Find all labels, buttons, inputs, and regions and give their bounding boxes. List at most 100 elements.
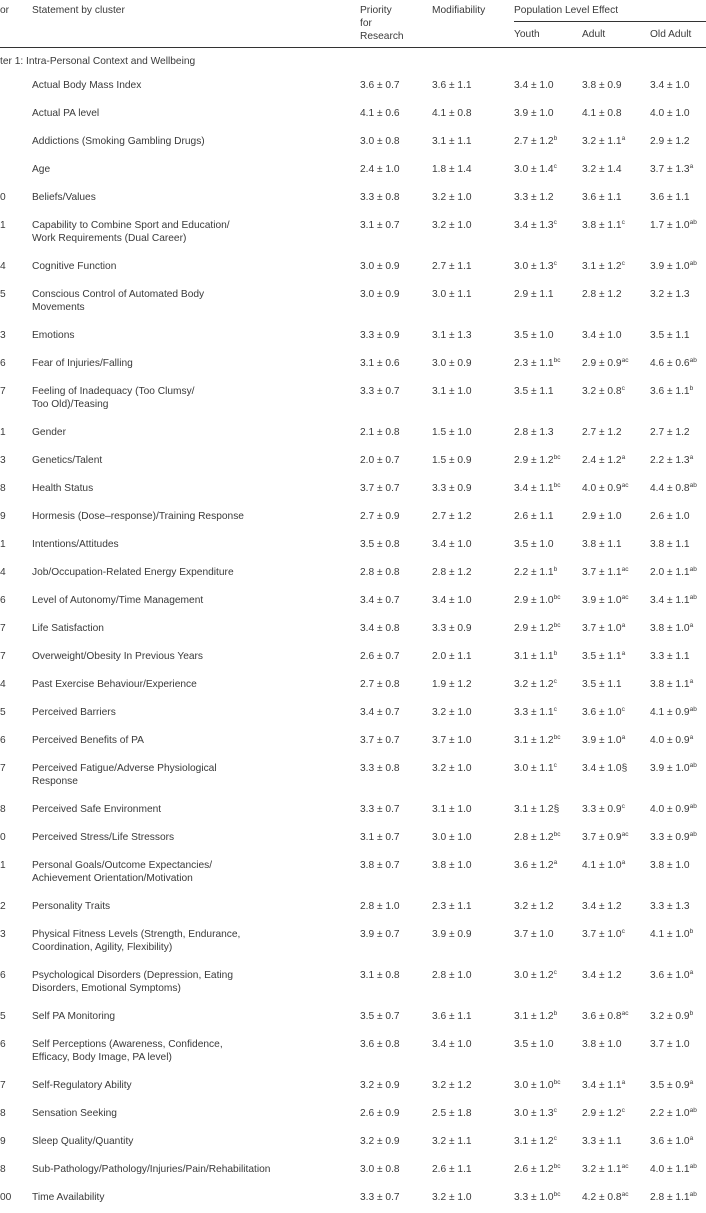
youth-value-text: 2.8 ± 1.3 <box>514 427 554 438</box>
old-adult-value-text: 2.2 ± 1.0 <box>650 1108 690 1119</box>
youth-value-text: 3.5 ± 1.0 <box>514 539 554 550</box>
statement-text: Emotions <box>32 330 360 343</box>
modifiability-value: 1.5 ± 0.9 <box>432 448 514 476</box>
table-header: or Statement by cluster Priority for Res… <box>0 0 706 48</box>
adult-value-text: 2.9 ± 0.9 <box>582 358 622 369</box>
priority-value: 2.7 ± 0.8 <box>360 672 432 700</box>
table-row: 8Perceived Safe Environment3.3 ± 0.73.1 … <box>0 797 706 825</box>
factor-number: 7 <box>0 616 32 644</box>
table-row: Addictions (Smoking Gambling Drugs)3.0 ±… <box>0 129 706 157</box>
statement-text-line2: Movements <box>32 302 360 315</box>
significance-marker: ab <box>690 260 697 267</box>
old-adult-value: 3.8 ± 1.1a <box>650 672 706 700</box>
old-adult-value: 4.0 ± 1.1ab <box>650 1157 706 1185</box>
old-adult-value-text: 3.6 ± 1.0 <box>650 970 690 981</box>
header-statement: Statement by cluster <box>32 0 360 48</box>
statement-cell: Self PA Monitoring <box>32 1004 360 1032</box>
statement-cell: Self-Regulatory Ability <box>32 1073 360 1101</box>
youth-value: 3.1 ± 1.1b <box>514 644 582 672</box>
priority-value: 3.4 ± 0.8 <box>360 616 432 644</box>
old-adult-value: 2.0 ± 1.1ab <box>650 560 706 588</box>
old-adult-value: 4.4 ± 0.8ab <box>650 476 706 504</box>
youth-value-text: 3.1 ± 1.1 <box>514 651 554 662</box>
old-adult-value-text: 3.8 ± 1.0 <box>650 860 690 871</box>
table-row: 7Life Satisfaction3.4 ± 0.83.3 ± 0.92.9 … <box>0 616 706 644</box>
statement-text: Hormesis (Dose–response)/Training Respon… <box>32 511 360 524</box>
statement-cell: Time Availability <box>32 1185 360 1213</box>
youth-value-text: 3.0 ± 1.0 <box>514 1080 554 1091</box>
factor-number: 6 <box>0 351 32 379</box>
priority-value: 3.4 ± 0.7 <box>360 700 432 728</box>
youth-value: 2.8 ± 1.3 <box>514 420 582 448</box>
adult-value-text: 2.9 ± 1.0 <box>582 511 622 522</box>
youth-value-text: 3.0 ± 1.3 <box>514 1108 554 1119</box>
old-adult-value-text: 4.0 ± 0.9 <box>650 735 690 746</box>
old-adult-value: 3.7 ± 1.3a <box>650 157 706 185</box>
youth-value: 3.4 ± 1.0 <box>514 73 582 101</box>
youth-value: 2.9 ± 1.1 <box>514 282 582 323</box>
youth-value-text: 3.5 ± 1.0 <box>514 1039 554 1050</box>
factor-number: 4 <box>0 560 32 588</box>
youth-value-text: 3.9 ± 1.0 <box>514 108 554 119</box>
factor-number: 6 <box>0 963 32 1004</box>
significance-marker: b <box>690 385 694 392</box>
priority-value: 3.6 ± 0.8 <box>360 1032 432 1073</box>
priority-value: 4.1 ± 0.6 <box>360 101 432 129</box>
significance-marker: ac <box>622 357 629 364</box>
statement-text: Sleep Quality/Quantity <box>32 1136 360 1149</box>
significance-marker: bc <box>554 1163 561 1170</box>
significance-marker: bc <box>554 454 561 461</box>
old-adult-value-text: 3.7 ± 1.3 <box>650 164 690 175</box>
old-adult-value: 3.9 ± 1.0ab <box>650 756 706 797</box>
factor-number: 6 <box>0 728 32 756</box>
significance-marker: c <box>554 762 557 769</box>
adult-value-text: 3.7 ± 1.0 <box>582 929 622 940</box>
old-adult-value: 3.6 ± 1.0a <box>650 963 706 1004</box>
youth-value-text: 3.6 ± 1.2 <box>514 860 554 871</box>
youth-value-text: 2.2 ± 1.1 <box>514 567 554 578</box>
old-adult-value: 3.7 ± 1.0 <box>650 1032 706 1073</box>
statement-text: Addictions (Smoking Gambling Drugs) <box>32 136 360 149</box>
modifiability-value: 2.0 ± 1.1 <box>432 644 514 672</box>
old-adult-value: 3.6 ± 1.0a <box>650 1129 706 1157</box>
old-adult-value-text: 3.8 ± 1.1 <box>650 679 690 690</box>
old-adult-value-text: 3.2 ± 0.9 <box>650 1011 690 1022</box>
old-adult-value-text: 2.9 ± 1.2 <box>650 136 690 147</box>
modifiability-value: 3.4 ± 1.0 <box>432 588 514 616</box>
priority-value: 3.1 ± 0.7 <box>360 825 432 853</box>
statement-text: Sensation Seeking <box>32 1108 360 1121</box>
statement-cell: Job/Occupation-Related Energy Expenditur… <box>32 560 360 588</box>
header-priority: Priority for Research <box>360 0 432 48</box>
priority-value: 2.8 ± 0.8 <box>360 560 432 588</box>
old-adult-value-text: 3.5 ± 0.9 <box>650 1080 690 1091</box>
modifiability-value: 3.3 ± 0.9 <box>432 476 514 504</box>
statement-text-line2: Coordination, Agility, Flexibility) <box>32 942 360 955</box>
significance-marker: ab <box>690 706 697 713</box>
youth-value-text: 2.7 ± 1.2 <box>514 136 554 147</box>
statement-text: Sub-Pathology/Pathology/Injuries/Pain/Re… <box>32 1164 360 1177</box>
old-adult-value: 3.3 ± 0.9ab <box>650 825 706 853</box>
header-factor: or <box>0 0 32 48</box>
significance-marker: a <box>690 1079 694 1086</box>
statement-text: Perceived Benefits of PA <box>32 735 360 748</box>
table-row: 1Personal Goals/Outcome Expectancies/Ach… <box>0 853 706 894</box>
old-adult-value: 3.3 ± 1.1 <box>650 644 706 672</box>
adult-value: 3.2 ± 1.1a <box>582 129 650 157</box>
table-row: 6Perceived Benefits of PA3.7 ± 0.73.7 ± … <box>0 728 706 756</box>
header-modifiability: Modifiability <box>432 0 514 48</box>
table-row: 8Health Status3.7 ± 0.73.3 ± 0.93.4 ± 1.… <box>0 476 706 504</box>
old-adult-value: 3.9 ± 1.0ab <box>650 254 706 282</box>
adult-value-text: 4.0 ± 0.9 <box>582 483 622 494</box>
statement-cell: Hormesis (Dose–response)/Training Respon… <box>32 504 360 532</box>
youth-value: 3.2 ± 1.2 <box>514 894 582 922</box>
adult-value-text: 4.2 ± 0.8 <box>582 1192 622 1203</box>
significance-marker: bc <box>554 734 561 741</box>
youth-value: 3.9 ± 1.0 <box>514 101 582 129</box>
statement-text-line2: Too Old)/Teasing <box>32 399 360 412</box>
adult-value-text: 3.8 ± 1.1 <box>582 220 622 231</box>
youth-value-text: 3.2 ± 1.2 <box>514 679 554 690</box>
old-adult-value-text: 4.4 ± 0.8 <box>650 483 690 494</box>
adult-value-text: 2.8 ± 1.2 <box>582 289 622 300</box>
significance-marker: a <box>690 678 694 685</box>
adult-value-text: 3.9 ± 1.0 <box>582 735 622 746</box>
